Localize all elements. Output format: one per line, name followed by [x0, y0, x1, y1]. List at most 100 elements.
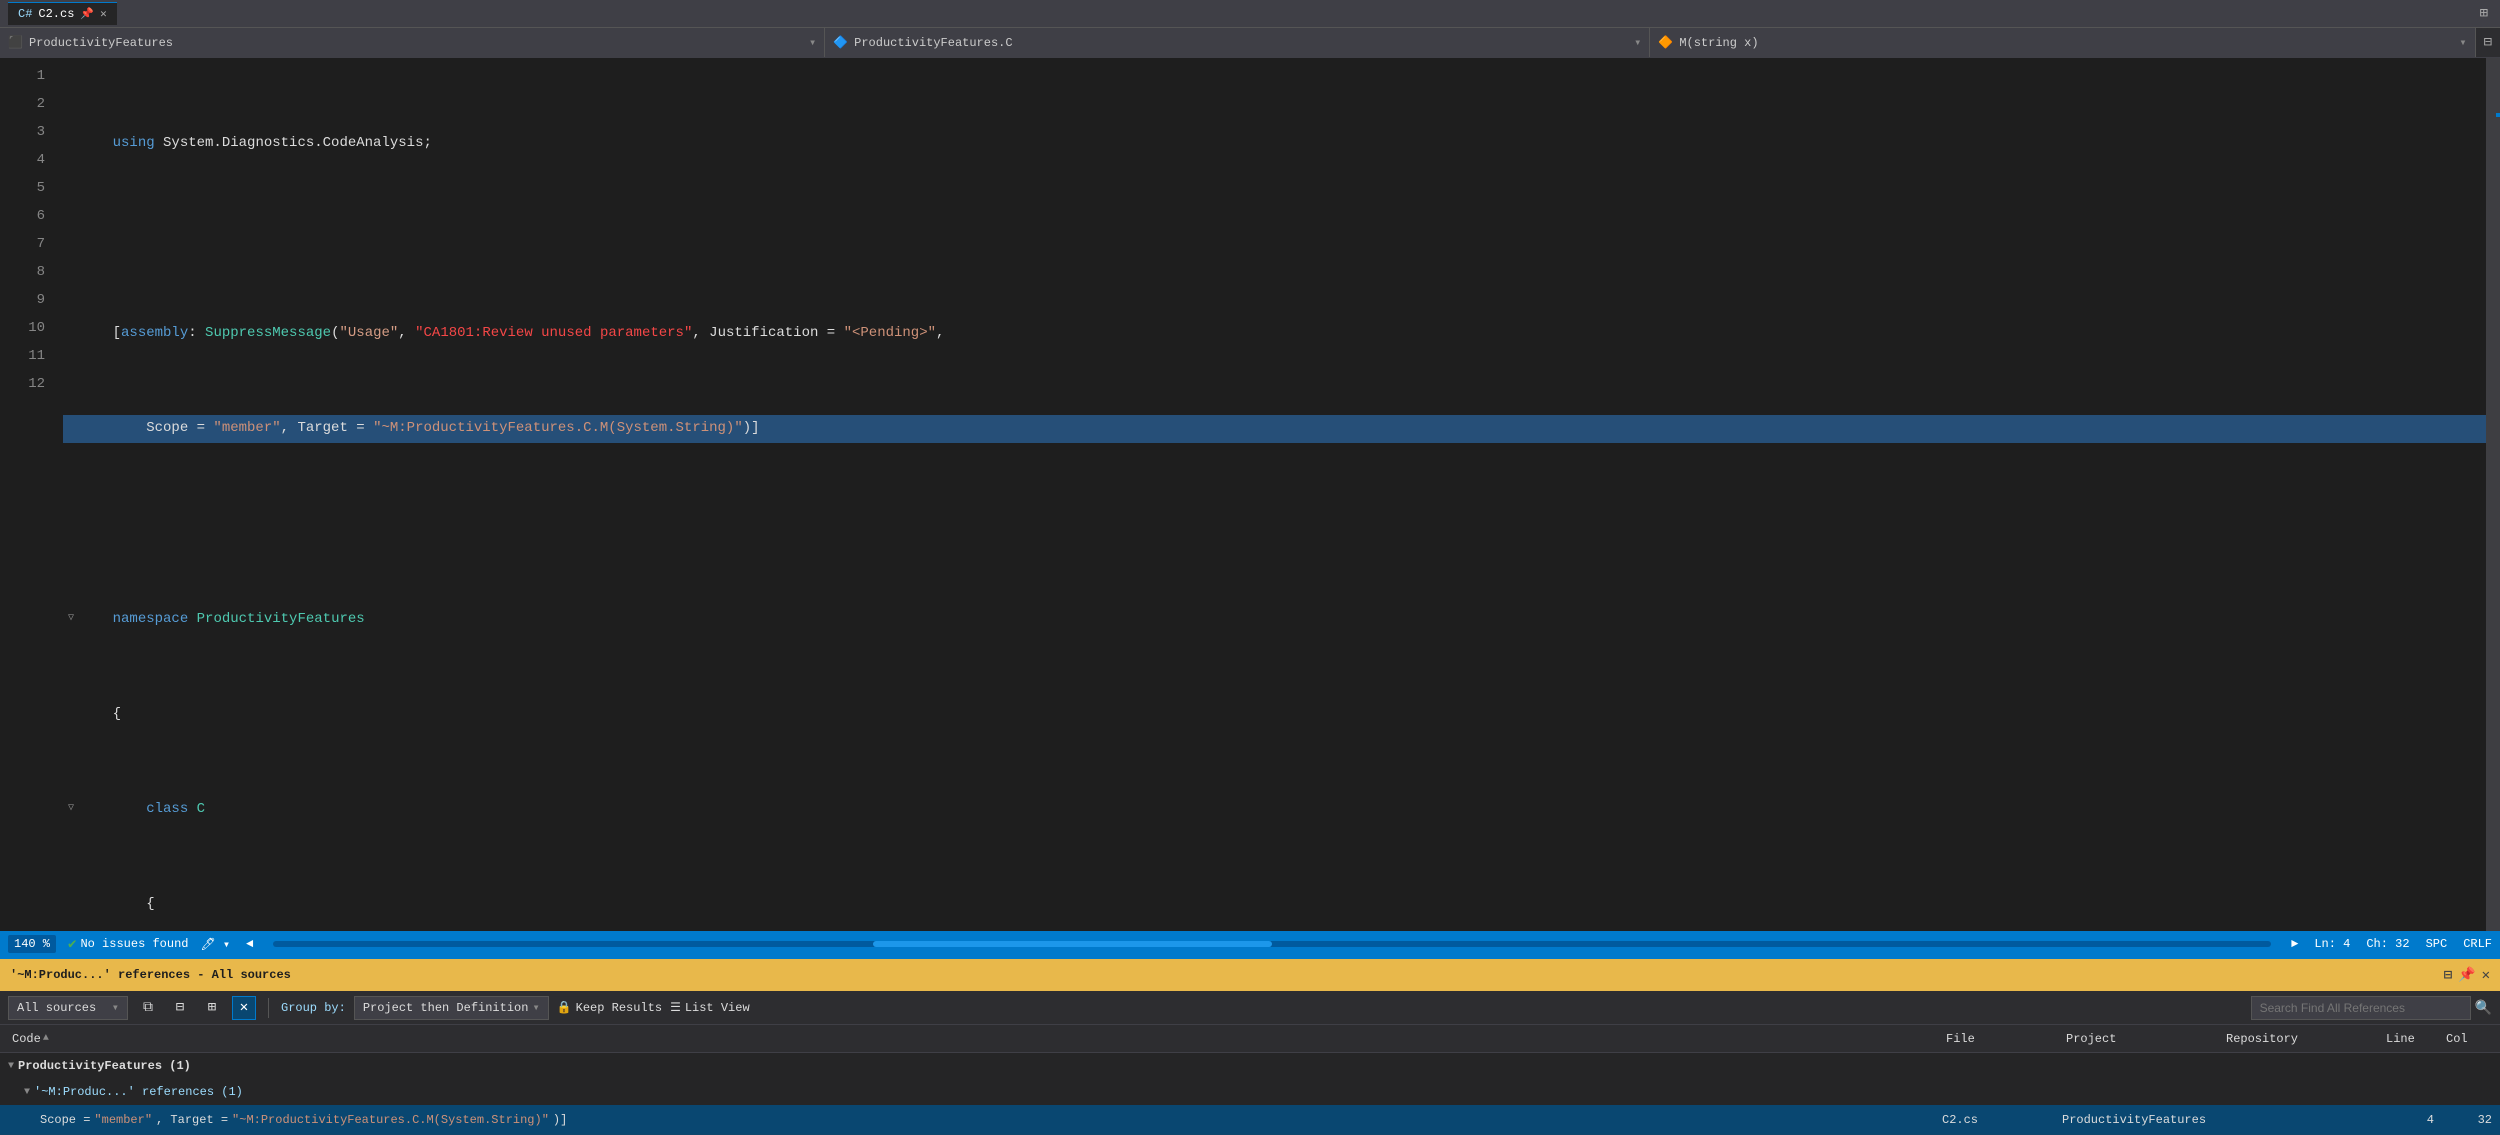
code-str1: "member"	[94, 1113, 152, 1127]
scroll-track	[273, 941, 2271, 947]
sort-icon: ▲	[43, 1033, 49, 1044]
expand-icon-group: ▼	[8, 1061, 14, 1072]
far-search-btn[interactable]: 🔍	[2475, 999, 2492, 1016]
pin-panel-icon[interactable]: 📌	[2458, 967, 2475, 984]
editor-scrollbar[interactable]	[2486, 58, 2500, 931]
code-suffix: )]	[553, 1113, 567, 1127]
find-all-references-panel: '~M:Produc...' references - All sources …	[0, 957, 2500, 1135]
far-search: 🔍	[2251, 996, 2492, 1020]
class-label: ProductivityFeatures.C	[854, 36, 1012, 50]
far-title-actions: ⊟ 📌 ✕	[2444, 967, 2490, 984]
line-num-6: 6	[0, 202, 45, 230]
code-str2: "~M:ProductivityFeatures.C.M(System.Stri…	[232, 1113, 549, 1127]
code-line-9: {	[63, 891, 2486, 919]
group-row-productivity[interactable]: ▼ ProductivityFeatures (1)	[0, 1053, 2500, 1079]
collapse-all-btn[interactable]: ⊟	[168, 996, 192, 1020]
code-line-8: ▽ class C	[63, 795, 2486, 823]
line-num-9: 9	[0, 286, 45, 314]
close-icon[interactable]: ✕	[100, 7, 107, 21]
project-icon: ⬛	[8, 35, 23, 50]
sources-arrow: ▾	[112, 1000, 119, 1015]
list-view-label: List View	[685, 1001, 750, 1015]
result-line: 4	[2382, 1113, 2442, 1127]
scroll-left[interactable]: ◄	[242, 937, 257, 951]
col-header-line[interactable]: Line	[2382, 1032, 2442, 1046]
suppression-icon[interactable]: 🖊 ▾	[200, 937, 230, 952]
status-bar-right: Ln: 4 Ch: 32 SPC CRLF	[2314, 937, 2492, 951]
group-by-dropdown[interactable]: Project then Definition ▾	[354, 996, 549, 1020]
far-search-input[interactable]	[2251, 996, 2471, 1020]
editor-scroll[interactable]: 1 2 3 4 5 6 7 8 9 10 11 12 using System.…	[0, 58, 2500, 931]
line-num-7: 7	[0, 230, 45, 258]
copy-btn[interactable]: ⧉	[136, 996, 160, 1020]
close-panel-icon[interactable]: ✕	[2482, 967, 2490, 984]
col-project-label: Project	[2066, 1032, 2116, 1046]
group-by-label: Group by:	[281, 1001, 346, 1015]
table-header: Code ▲ File Project Repository Line Col	[0, 1025, 2500, 1053]
code-prefix: Scope =	[40, 1113, 90, 1127]
scroll-thumb	[873, 941, 1273, 947]
line-num-5: 5	[0, 174, 45, 202]
subgroup-label: '~M:Produc...' references (1)	[34, 1085, 243, 1099]
auto-hide-icon[interactable]: ⊟	[2444, 967, 2452, 984]
result-code: Scope = "member" , Target = "~M:Producti…	[40, 1113, 1942, 1127]
code-area[interactable]: using System.Diagnostics.CodeAnalysis; […	[55, 58, 2486, 931]
fold-icon-6[interactable]: ▽	[63, 611, 79, 627]
nav-dropdown-class[interactable]: 🔷 ProductivityFeatures.C ▾	[825, 28, 1650, 57]
col-line-label: Line	[2386, 1032, 2415, 1046]
far-title-bar: '~M:Produc...' references - All sources …	[0, 959, 2500, 991]
nav-bar: ⬛ ProductivityFeatures ▾ 🔷 ProductivityF…	[0, 28, 2500, 58]
result-project: ProductivityFeatures	[2062, 1113, 2222, 1127]
line-num-11: 11	[0, 342, 45, 370]
col-repo-label: Repository	[2226, 1032, 2298, 1046]
line-num-8: 8	[0, 258, 45, 286]
nav-dropdown-project[interactable]: ⬛ ProductivityFeatures ▾	[0, 28, 825, 57]
col-col-label: Col	[2446, 1032, 2468, 1046]
scroll-marker	[2496, 113, 2500, 117]
fold-icon-8[interactable]: ▽	[63, 801, 79, 817]
method-icon: 🔶	[1658, 35, 1673, 50]
code-line-6: ▽ namespace ProductivityFeatures	[63, 605, 2486, 633]
col-header-code[interactable]: Code ▲	[8, 1032, 1942, 1046]
code-line-2	[63, 224, 2486, 252]
col-code-label: Code	[12, 1032, 41, 1046]
class-icon: 🔷	[833, 35, 848, 50]
toolbar-sep	[268, 998, 269, 1018]
group-label: ProductivityFeatures (1)	[18, 1059, 191, 1073]
col-file-label: File	[1946, 1032, 1975, 1046]
expand-icon-subgroup: ▼	[24, 1087, 30, 1098]
filter-btn[interactable]: ✕	[232, 996, 256, 1020]
code-line-5	[63, 510, 2486, 538]
col-header-project[interactable]: Project	[2062, 1032, 2222, 1046]
zoom-level[interactable]: 140 %	[8, 935, 56, 953]
result-file: C2.cs	[1942, 1113, 2062, 1127]
expand-all-btn[interactable]: ⊞	[200, 996, 224, 1020]
line-num-2: 2	[0, 90, 45, 118]
result-row[interactable]: Scope = "member" , Target = "~M:Producti…	[0, 1105, 2500, 1135]
title-bar: C# C2.cs 📌 ✕ ⊞	[0, 0, 2500, 28]
scroll-track-area[interactable]	[269, 941, 2275, 947]
keep-results-label: Keep Results	[576, 1001, 662, 1015]
far-results-table[interactable]: Code ▲ File Project Repository Line Col …	[0, 1025, 2500, 1135]
col-header-file[interactable]: File	[1942, 1032, 2062, 1046]
line-num-10: 10	[0, 314, 45, 342]
tab-filename: C2.cs	[38, 7, 74, 21]
expand-icon[interactable]: ⊞	[2476, 5, 2492, 22]
sources-dropdown[interactable]: All sources ▾	[8, 996, 128, 1020]
split-icon[interactable]: ⊟	[2480, 34, 2496, 51]
ch-indicator: Ch: 32	[2366, 937, 2409, 951]
col-header-repo[interactable]: Repository	[2222, 1032, 2382, 1046]
nav-dropdown-method[interactable]: 🔶 M(string x) ▾	[1650, 28, 2475, 57]
scroll-right[interactable]: ►	[2287, 937, 2302, 951]
keep-results-btn[interactable]: 🔒 Keep Results	[557, 1000, 662, 1015]
editor-container: 1 2 3 4 5 6 7 8 9 10 11 12 using System.…	[0, 58, 2500, 931]
subgroup-row-references[interactable]: ▼ '~M:Produc...' references (1)	[0, 1079, 2500, 1105]
crlf-indicator: CRLF	[2463, 937, 2492, 951]
editor-tab[interactable]: C# C2.cs 📌 ✕	[8, 2, 117, 25]
line-num-3: 3	[0, 118, 45, 146]
col-header-col[interactable]: Col	[2442, 1032, 2492, 1046]
sources-label: All sources	[17, 1001, 96, 1015]
list-view-btn[interactable]: ☰ List View	[670, 1000, 750, 1015]
pin-icon[interactable]: 📌	[80, 7, 94, 21]
dropdown-arrow: ▾	[809, 35, 816, 50]
